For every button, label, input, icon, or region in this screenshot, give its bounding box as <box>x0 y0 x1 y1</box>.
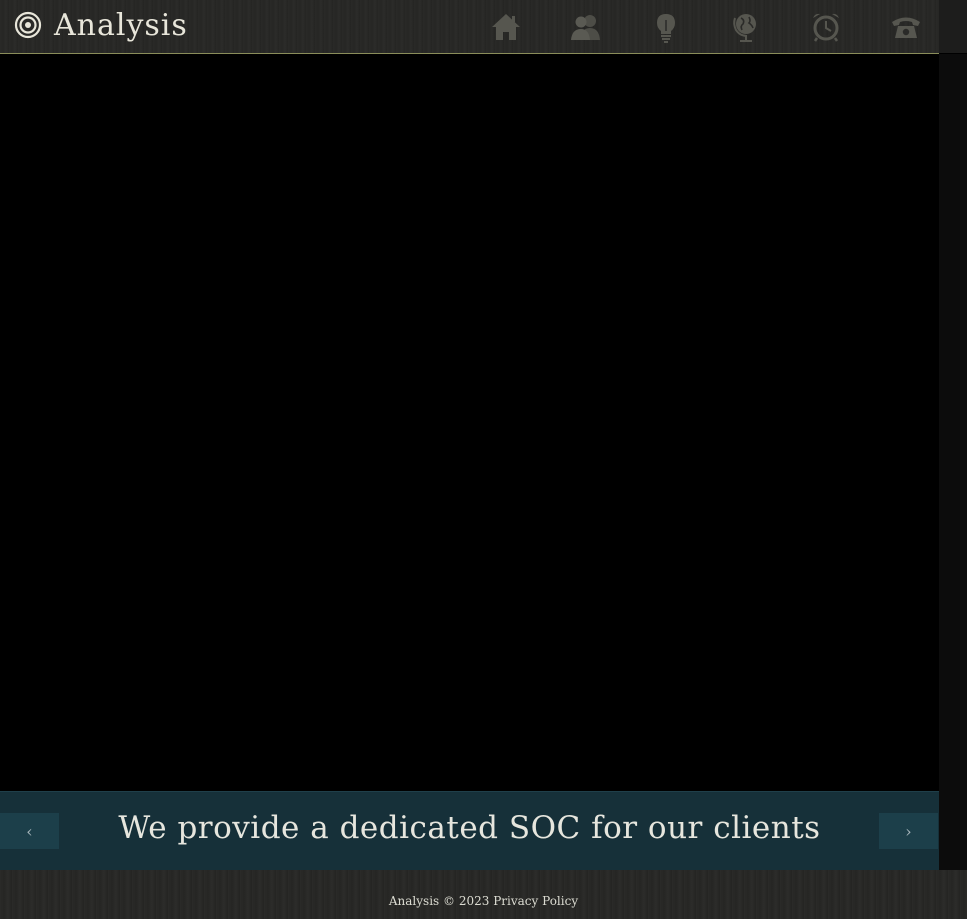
users-icon <box>571 14 600 40</box>
page: Analysis ‹ We provide a dedicated SOC fo… <box>0 0 967 919</box>
slider-caption-bar: ‹ We provide a dedicated SOC for our cli… <box>0 791 939 870</box>
nav-globe[interactable] <box>706 0 786 53</box>
page-edge <box>939 54 967 870</box>
footer-copyright-year: © 2023 <box>443 894 490 908</box>
lightbulb-icon <box>657 13 675 43</box>
target-icon <box>14 11 42 39</box>
alarm-clock-icon <box>813 13 839 42</box>
footer-copyright: Analysis © 2023 Privacy Policy <box>0 894 967 908</box>
nav-about[interactable] <box>546 0 626 53</box>
header-edge <box>939 0 967 53</box>
home-icon <box>492 13 520 40</box>
main-nav <box>466 0 946 53</box>
nav-contact[interactable] <box>866 0 946 53</box>
hero-slide <box>0 54 939 791</box>
globe-icon <box>733 13 756 42</box>
site-title: Analysis <box>54 7 188 43</box>
site-logo[interactable]: Analysis <box>14 7 188 43</box>
nav-alarm[interactable] <box>786 0 866 53</box>
nav-home[interactable] <box>466 0 546 53</box>
site-header: Analysis <box>0 0 939 54</box>
chevron-right-icon: › <box>905 821 912 841</box>
footer-site-name: Analysis <box>388 894 440 908</box>
nav-ideas[interactable] <box>626 0 706 53</box>
site-footer: Analysis © 2023 Privacy Policy <box>0 870 967 919</box>
slider-next-button[interactable]: › <box>879 813 938 849</box>
slider-caption: We provide a dedicated SOC for our clien… <box>118 810 821 846</box>
phone-icon <box>892 17 920 38</box>
privacy-policy-link[interactable]: Privacy Policy <box>493 894 578 908</box>
